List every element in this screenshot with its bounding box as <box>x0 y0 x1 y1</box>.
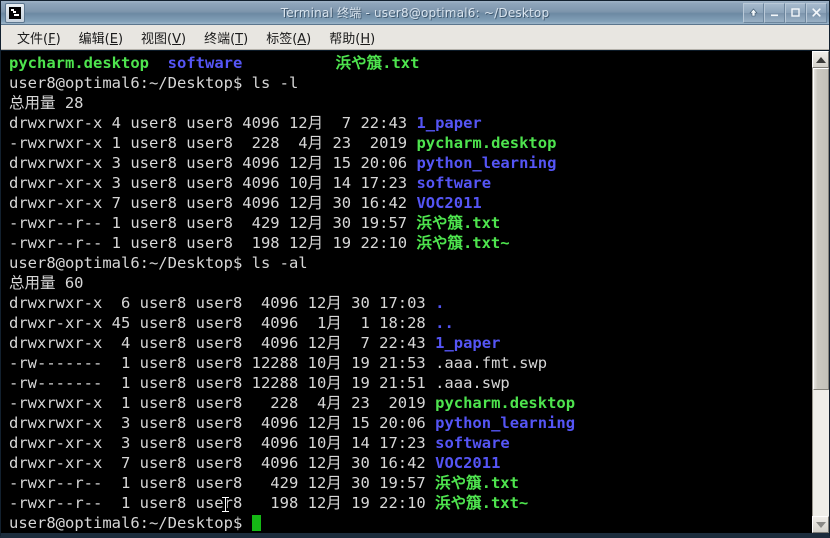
row-txt-l: -rwxr--r-- 1 user8 user8 429 12月 30 19:5… <box>9 213 811 233</box>
text-segment: pycharm.desktop <box>435 394 576 412</box>
text-segment: user8@optimal6:~/Desktop$ <box>9 514 252 532</box>
terminal-scrollbar[interactable] <box>811 51 829 533</box>
text-segment: VOC2011 <box>416 194 482 212</box>
text-segment: drwxr-xr-x 7 user8 user8 4096 12月 30 16:… <box>9 194 417 212</box>
menu-help[interactable]: 帮助(H) <box>321 26 383 49</box>
text-segment: pycharm.desktop <box>9 54 149 72</box>
row-dotdot: drwxr-xr-x 45 user8 user8 4096 1月 1 18:2… <box>9 313 811 333</box>
text-segment: -rwxr--r-- 1 user8 user8 198 12月 19 22:1… <box>9 234 417 252</box>
row-1_paper-al: drwxrwxr-x 4 user8 user8 4096 12月 7 22:4… <box>9 333 811 353</box>
text-segment <box>242 54 335 72</box>
row-aaa-swp: -rw------- 1 user8 user8 12288 10月 19 21… <box>9 373 811 393</box>
menu-terminal[interactable]: 终端(T) <box>196 26 256 49</box>
row-voc2011-l: drwxr-xr-x 7 user8 user8 4096 12月 30 16:… <box>9 193 811 213</box>
text-segment: drwxrwxr-x 3 user8 user8 4096 12月 15 20:… <box>9 414 436 432</box>
menu-help-accelerator: H <box>360 31 371 47</box>
maximize-button[interactable] <box>785 2 806 23</box>
row-txt-bak-l: -rwxr--r-- 1 user8 user8 198 12月 19 22:1… <box>9 233 811 253</box>
text-segment: 1_paper <box>435 334 501 352</box>
row-dot: drwxrwxr-x 6 user8 user8 4096 12月 30 17:… <box>9 293 811 313</box>
menu-view[interactable]: 视图(V) <box>133 26 194 49</box>
row-1_paper-l: drwxrwxr-x 4 user8 user8 4096 12月 7 22:4… <box>9 113 811 133</box>
text-segment: -rwxr--r-- 1 user8 user8 429 12月 30 19:5… <box>9 474 436 492</box>
close-button[interactable] <box>806 2 827 23</box>
scroll-up-arrow-icon[interactable] <box>812 51 829 68</box>
menu-edit[interactable]: 编辑(E) <box>71 26 131 49</box>
terminal-icon <box>5 2 25 23</box>
terminal-screen[interactable]: pycharm.desktop software 浜や簱.txt user8@op… <box>1 51 811 533</box>
text-segment <box>149 54 168 72</box>
prompt-active: user8@optimal6:~/Desktop$ <box>9 513 811 533</box>
menu-bar: 文件(F) 编辑(E) 视图(V) 终端(T) 标签(A) 帮助(H) <box>1 25 829 50</box>
text-segment: 总用量 28 <box>9 94 84 112</box>
text-segment: drwxrwxr-x 4 user8 user8 4096 12月 7 22:4… <box>9 114 417 132</box>
total-28: 总用量 28 <box>9 93 811 113</box>
text-segment: 浜や簱.txt~ <box>435 494 529 512</box>
menu-edit-accelerator: E <box>109 31 118 47</box>
row-txt-bak-al: -rwxr--r-- 1 user8 user8 198 12月 19 22:1… <box>9 493 811 513</box>
scrollbar-thumb[interactable] <box>813 68 829 390</box>
text-segment: drwxrwxr-x 3 user8 user8 4096 12月 15 20:… <box>9 154 417 172</box>
scroll-down-arrow-icon[interactable] <box>812 516 829 533</box>
text-segment: software <box>435 434 510 452</box>
text-segment: 浜や簱.txt <box>435 474 519 492</box>
menu-view-accelerator: V <box>172 31 181 47</box>
text-segment: -rwxrwxr-x 1 user8 user8 228 4月 23 2019 <box>9 394 436 412</box>
row-python-al: drwxrwxr-x 3 user8 user8 4096 12月 15 20:… <box>9 413 811 433</box>
text-segment: -rwxr--r-- 1 user8 user8 429 12月 30 19:5… <box>9 214 417 232</box>
text-segment: -rw------- 1 user8 user8 12288 10月 19 21… <box>9 354 548 372</box>
text-segment: python_learning <box>435 414 576 432</box>
text-segment: VOC2011 <box>435 454 501 472</box>
text-segment: python_learning <box>416 154 557 172</box>
prompt-ls-al: user8@optimal6:~/Desktop$ ls -al <box>9 253 811 273</box>
menu-file[interactable]: 文件(F) <box>9 26 69 49</box>
total-60: 总用量 60 <box>9 273 811 293</box>
text-segment: software <box>416 174 492 192</box>
row-pycharm-al: -rwxrwxr-x 1 user8 user8 228 4月 23 2019 … <box>9 393 811 413</box>
menu-file-accelerator: F <box>48 31 56 47</box>
text-segment: user8@optimal6:~/Desktop$ ls -l <box>9 74 299 92</box>
row-voc2011-al: drwxr-xr-x 7 user8 user8 4096 12月 30 16:… <box>9 453 811 473</box>
terminal-window: Terminal 终端 - user8@optimal6: ~/Desktop … <box>0 0 830 538</box>
text-segment: . <box>435 294 445 312</box>
row-pycharm-l: -rwxrwxr-x 1 user8 user8 228 4月 23 2019 … <box>9 133 811 153</box>
prompt-ls-l: user8@optimal6:~/Desktop$ ls -l <box>9 73 811 93</box>
row-python-l: drwxrwxr-x 3 user8 user8 4096 12月 15 20:… <box>9 153 811 173</box>
text-cursor <box>251 515 261 531</box>
text-segment: drwxr-xr-x 3 user8 user8 4096 10月 14 17:… <box>9 434 436 452</box>
window-controls <box>743 2 827 23</box>
window-title: Terminal 终端 - user8@optimal6: ~/Desktop <box>280 6 550 20</box>
row-aaa-fmt-swp: -rw------- 1 user8 user8 12288 10月 19 21… <box>9 353 811 373</box>
ls-colored-row: pycharm.desktop software 浜や簱.txt <box>9 53 811 73</box>
text-segment: 总用量 60 <box>9 274 84 292</box>
text-segment: drwxr-xr-x 45 user8 user8 4096 1月 1 18:2… <box>9 314 436 332</box>
menu-tabs-accelerator: A <box>297 31 307 47</box>
text-segment: drwxr-xr-x 7 user8 user8 4096 12月 30 16:… <box>9 454 436 472</box>
text-segment: drwxrwxr-x 6 user8 user8 4096 12月 30 17:… <box>9 294 436 312</box>
text-segment: software <box>167 54 243 72</box>
text-segment: 1_paper <box>416 114 482 132</box>
title-bar[interactable]: Terminal 终端 - user8@optimal6: ~/Desktop <box>1 1 829 25</box>
text-segment: 浜や簱.txt <box>416 214 501 232</box>
row-txt-al: -rwxr--r-- 1 user8 user8 429 12月 30 19:5… <box>9 473 811 493</box>
row-software-al: drwxr-xr-x 3 user8 user8 4096 10月 14 17:… <box>9 433 811 453</box>
scrollbar-track[interactable] <box>812 68 829 516</box>
shade-button[interactable] <box>743 2 764 23</box>
text-segment: -rwxrwxr-x 1 user8 user8 228 4月 23 2019 <box>9 134 417 152</box>
text-segment: -rwxr--r-- 1 user8 user8 198 12月 19 22:1… <box>9 494 436 512</box>
row-software-l: drwxr-xr-x 3 user8 user8 4096 10月 14 17:… <box>9 173 811 193</box>
text-segment: pycharm.desktop <box>416 134 557 152</box>
text-segment: 浜や簱.txt <box>335 54 420 72</box>
text-segment: .. <box>435 314 454 332</box>
text-segment: -rw------- 1 user8 user8 12288 10月 19 21… <box>9 374 510 392</box>
text-segment: drwxr-xr-x 3 user8 user8 4096 10月 14 17:… <box>9 174 417 192</box>
text-segment: user8@optimal6:~/Desktop$ ls -al <box>9 254 308 272</box>
text-segment: 浜や簱.txt~ <box>416 234 510 252</box>
text-segment: drwxrwxr-x 4 user8 user8 4096 12月 7 22:4… <box>9 334 436 352</box>
menu-tabs[interactable]: 标签(A) <box>258 26 319 49</box>
terminal-body: pycharm.desktop software 浜や簱.txt user8@op… <box>1 50 829 533</box>
menu-terminal-accelerator: T <box>235 31 244 47</box>
minimize-button[interactable] <box>764 2 785 23</box>
